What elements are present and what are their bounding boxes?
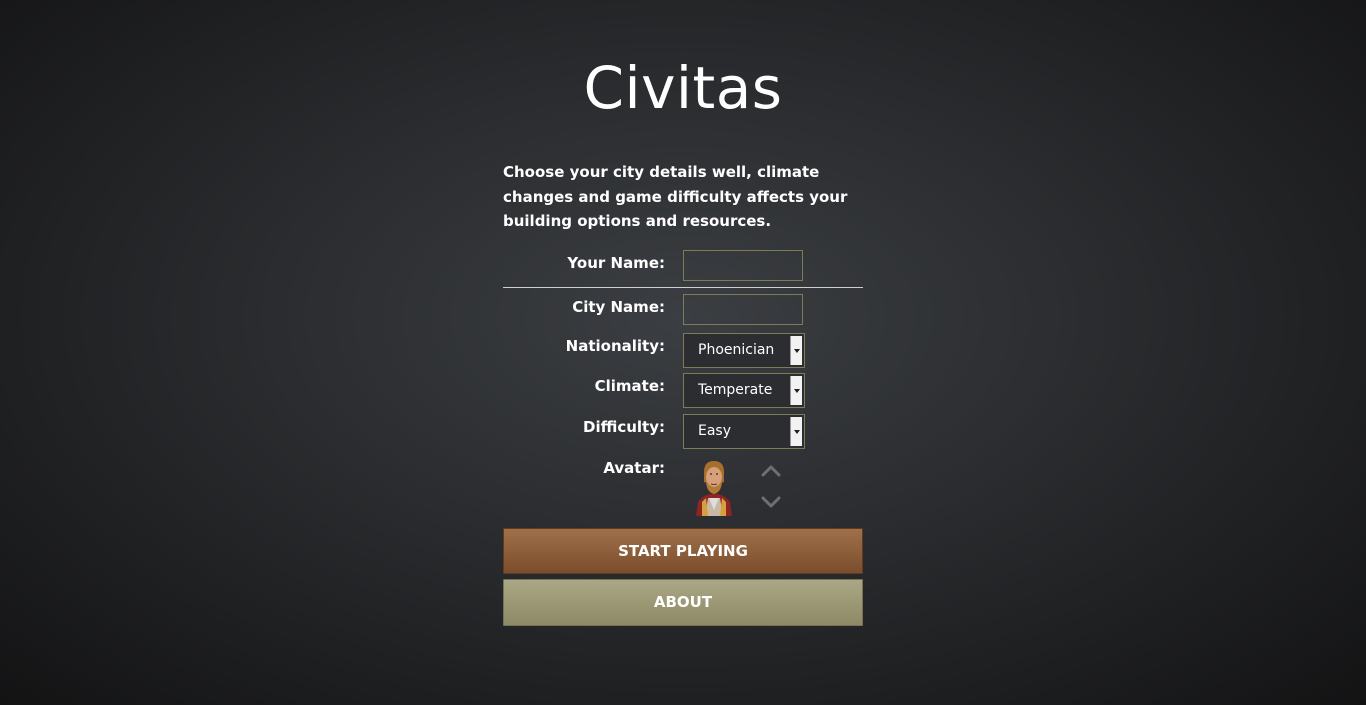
caret-down-icon <box>790 417 802 446</box>
your-name-row: Your Name: <box>503 250 863 284</box>
city-name-row: City Name: <box>503 294 863 328</box>
caret-down-icon <box>790 336 802 365</box>
about-button[interactable]: ABOUT <box>503 579 863 626</box>
avatar-row: Avatar: <box>503 458 863 518</box>
difficulty-value: Easy <box>698 423 732 439</box>
climate-select[interactable]: Temperate <box>683 373 805 408</box>
caret-down-icon <box>790 376 802 405</box>
difficulty-select[interactable]: Easy <box>683 414 805 449</box>
start-playing-button[interactable]: START PLAYING <box>503 528 863 574</box>
your-name-label: Your Name: <box>567 254 665 272</box>
nationality-select[interactable]: Phoenician <box>683 333 805 368</box>
difficulty-label: Difficulty: <box>583 418 665 436</box>
city-name-label: City Name: <box>572 298 665 316</box>
city-name-input[interactable] <box>683 294 803 325</box>
page-title: Civitas <box>583 54 783 122</box>
climate-value: Temperate <box>698 382 773 398</box>
nationality-label: Nationality: <box>565 337 665 355</box>
avatar-label: Avatar: <box>603 459 665 477</box>
intro-text: Choose your city details well, climate c… <box>503 163 848 230</box>
avatar-image <box>696 461 732 516</box>
climate-label: Climate: <box>594 377 665 395</box>
nationality-row: Nationality: Phoenician <box>503 333 863 368</box>
nationality-value: Phoenician <box>698 342 775 358</box>
difficulty-row: Difficulty: Easy <box>503 414 863 449</box>
divider <box>503 287 863 288</box>
chevron-down-icon[interactable] <box>761 495 781 509</box>
climate-row: Climate: Temperate <box>503 373 863 408</box>
chevron-up-icon[interactable] <box>761 464 781 478</box>
your-name-input[interactable] <box>683 250 803 281</box>
